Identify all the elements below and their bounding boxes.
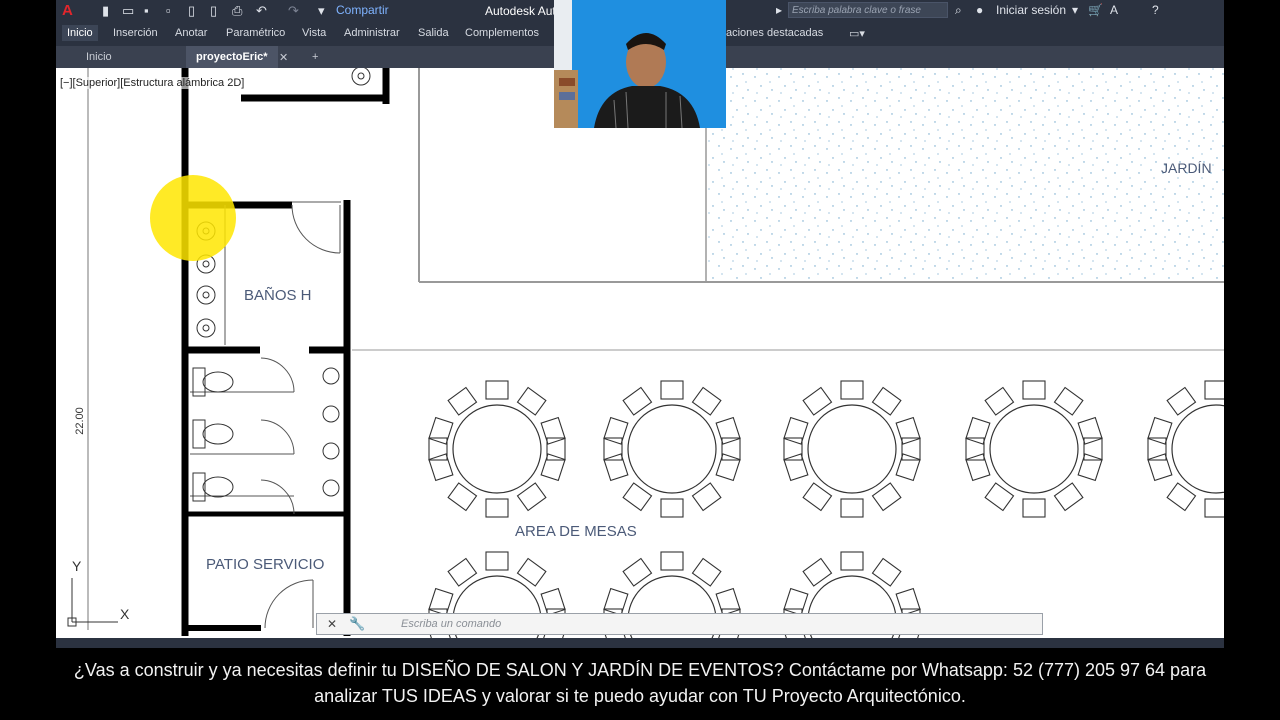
- status-bar: [56, 638, 1224, 648]
- caption-line-2: analizar TUS IDEAS y valorar si te puedo…: [314, 686, 966, 706]
- video-caption: ¿Vas a construir y ya necesitas definir …: [0, 648, 1280, 720]
- tab-complementos[interactable]: Complementos: [465, 27, 539, 39]
- user-icon: ●: [976, 3, 984, 17]
- redo-icon[interactable]: ↷: [288, 3, 299, 19]
- room-label-patio: PATIO SERVICIO: [206, 556, 325, 573]
- search-icon[interactable]: ⌕: [955, 3, 962, 18]
- tab-salida[interactable]: Salida: [418, 27, 449, 39]
- save-icon[interactable]: ▪: [144, 3, 149, 18]
- tab-vista[interactable]: Vista: [302, 27, 326, 39]
- tab-insercion[interactable]: Inserción: [113, 27, 158, 39]
- search-input[interactable]: Escriba palabra clave o frase: [788, 2, 948, 18]
- tab-administrar[interactable]: Administrar: [344, 27, 400, 39]
- table-group: [428, 380, 1224, 638]
- signin-dropdown-icon[interactable]: ▾: [1072, 3, 1078, 17]
- room-label-banos: BAÑOS H: [244, 287, 312, 304]
- print-icon[interactable]: ⎙: [232, 3, 242, 19]
- tab-aplicaciones-destacadas[interactable]: aciones destacadas: [726, 27, 823, 39]
- caret-right-icon[interactable]: ▸: [776, 3, 782, 17]
- customize-icon[interactable]: 🔧: [349, 616, 365, 632]
- ribbon-options-icon[interactable]: ▭▾: [849, 27, 865, 40]
- autodesk-a360-icon[interactable]: A: [1110, 3, 1118, 17]
- autocad-window: A ▮ ▭ ▪ ▫ ▯ ▯ ⎙ ↶ ↷ ▾ Compartir Autodesk…: [56, 0, 1224, 648]
- share-button[interactable]: Compartir: [336, 3, 389, 17]
- ucs-x-label: X: [120, 606, 130, 622]
- room-label-area-mesas: AREA DE MESAS: [515, 523, 637, 540]
- autocad-logo[interactable]: A: [62, 2, 73, 19]
- help-icon[interactable]: ?: [1152, 3, 1159, 17]
- tab-parametrico[interactable]: Paramétrico: [226, 27, 285, 39]
- quick-access-dropdown-icon[interactable]: ▾: [318, 3, 325, 19]
- signin-button[interactable]: Iniciar sesión: [996, 3, 1066, 17]
- open-web-icon[interactable]: ▯: [188, 3, 195, 19]
- command-line[interactable]: ✕ 🔧 Escriba un comando: [316, 613, 1043, 635]
- drawing-canvas[interactable]: [56, 68, 1224, 638]
- tab-inicio[interactable]: Inicio: [62, 25, 98, 41]
- tab-anotar[interactable]: Anotar: [175, 27, 207, 39]
- close-tab-icon[interactable]: ✕: [279, 51, 288, 64]
- add-tab-icon[interactable]: +: [312, 51, 318, 63]
- viewport-label[interactable]: [−][Superior][Estructura alámbrica 2D]: [60, 77, 245, 89]
- save-web-icon[interactable]: ▯: [210, 3, 217, 19]
- room-label-jardin: JARDÍN: [1161, 160, 1212, 176]
- caption-line-1: ¿Vas a construir y ya necesitas definir …: [73, 660, 1207, 680]
- ucs-y-label: Y: [72, 558, 82, 574]
- app-title: Autodesk Auto: [485, 4, 563, 18]
- dimension-label: 22.00: [73, 407, 86, 435]
- open-folder-icon[interactable]: ▭: [122, 3, 134, 19]
- doc-tab-proyecto[interactable]: proyectoEric*: [186, 46, 278, 68]
- close-command-icon[interactable]: ✕: [327, 617, 337, 631]
- cart-icon[interactable]: 🛒: [1088, 3, 1103, 17]
- webcam-overlay: [554, 0, 726, 128]
- doc-tab-inicio[interactable]: Inicio: [86, 51, 112, 63]
- save-as-icon[interactable]: ▫: [166, 3, 171, 18]
- new-file-icon[interactable]: ▮: [102, 3, 109, 19]
- cursor-highlight: [150, 175, 236, 261]
- undo-icon[interactable]: ↶: [256, 3, 267, 19]
- command-input[interactable]: Escriba un comando: [401, 618, 501, 630]
